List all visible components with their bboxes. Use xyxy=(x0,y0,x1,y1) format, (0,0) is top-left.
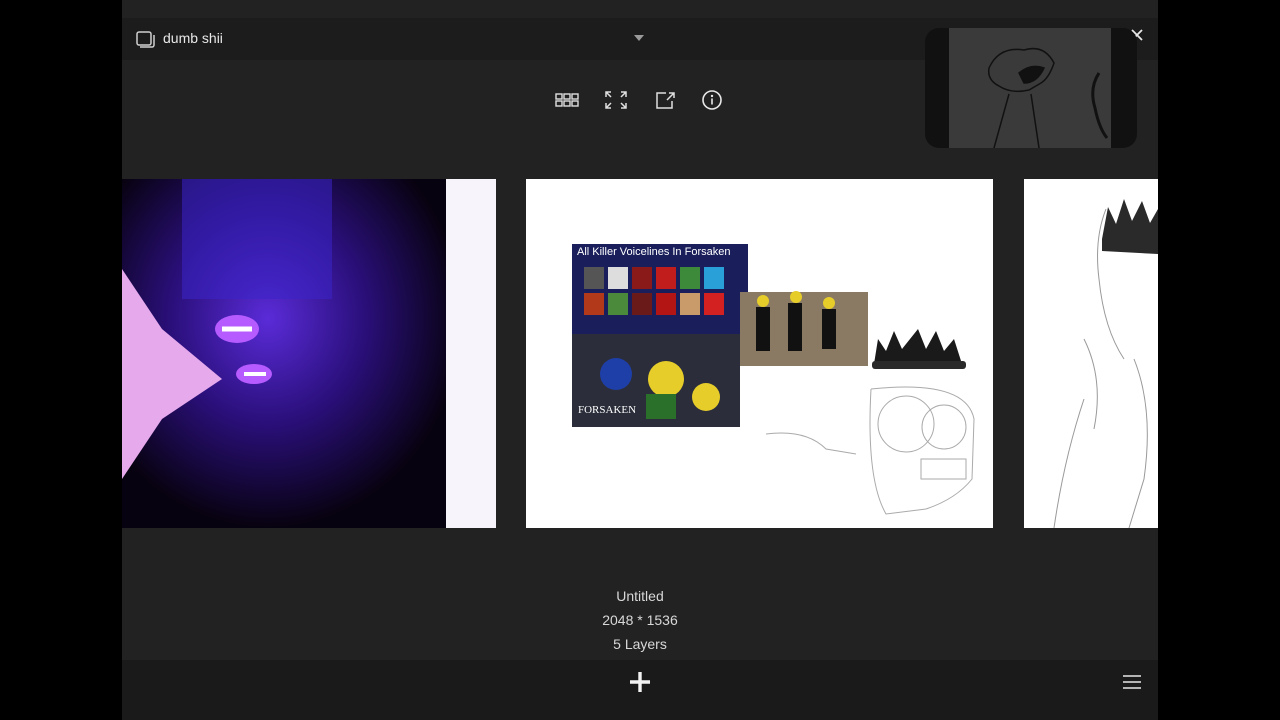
purple-artwork-image xyxy=(122,179,496,528)
info-button[interactable] xyxy=(699,88,725,112)
chevron-down-icon[interactable] xyxy=(634,35,644,41)
artwork-name: Untitled xyxy=(616,588,664,604)
fullscreen-button[interactable] xyxy=(603,88,629,112)
grid-view-icon xyxy=(555,93,579,107)
sketch-character-image xyxy=(987,47,1109,148)
sketch-artwork-image xyxy=(1024,179,1158,528)
video-frame xyxy=(949,28,1111,148)
export-button[interactable] xyxy=(653,88,679,112)
gallery-app: dumb shii FORSAKEN All Killer Voicelines… xyxy=(122,0,1158,720)
watermark-text: FORSAKEN xyxy=(578,404,636,416)
hamburger-menu-icon[interactable] xyxy=(1122,674,1142,690)
grid-view-button[interactable] xyxy=(554,88,580,112)
gallery-icon[interactable] xyxy=(135,29,155,49)
gallery-title[interactable]: dumb shii xyxy=(163,30,223,46)
picture-in-picture-video[interactable] xyxy=(925,28,1137,148)
banner-text: All Killer Voicelines In Forsaken xyxy=(577,246,731,258)
info-icon xyxy=(702,90,722,110)
export-icon xyxy=(656,92,675,109)
bottom-bar xyxy=(122,660,1158,720)
artwork-thumbnail-next[interactable] xyxy=(1024,179,1158,528)
collage-artwork-image: FORSAKEN xyxy=(526,179,993,528)
artwork-layer-count: 5 Layers xyxy=(613,636,667,652)
fullscreen-icon xyxy=(605,91,627,109)
plus-icon[interactable] xyxy=(628,670,652,694)
artwork-thumbnail-current[interactable]: FORSAKEN All Killer Voicelines In Forsak… xyxy=(526,179,993,528)
artwork-thumbnail-previous[interactable] xyxy=(122,179,496,528)
artwork-dimensions: 2048 * 1536 xyxy=(602,612,678,628)
